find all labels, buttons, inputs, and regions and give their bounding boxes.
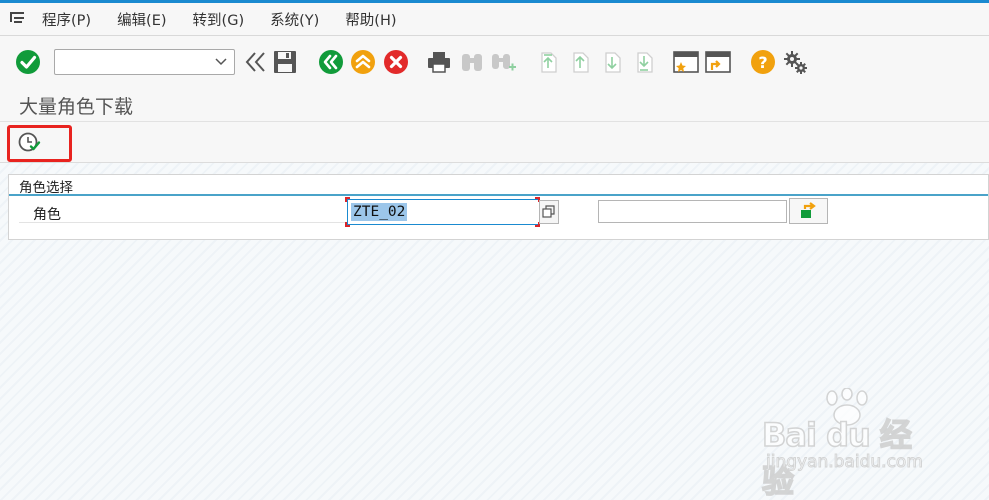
role-label: 角色 — [33, 207, 61, 223]
focus-corner — [345, 197, 350, 202]
create-session-icon[interactable] — [672, 48, 700, 76]
label-underline — [19, 222, 351, 223]
copy-icon — [542, 205, 555, 218]
first-page-icon[interactable] — [534, 48, 562, 76]
watermark: Bai du 经验 jingyan.baidu.com — [758, 388, 940, 500]
standard-toolbar: ? — [0, 36, 989, 88]
back-icon[interactable] — [317, 48, 345, 76]
title-bar: 大量角色下载 — [0, 88, 989, 122]
print-icon[interactable] — [425, 48, 453, 76]
previous-page-icon[interactable] — [566, 48, 594, 76]
execute-clock-icon[interactable] — [16, 130, 44, 156]
customize-layout-icon[interactable] — [781, 48, 809, 76]
save-icon[interactable] — [271, 48, 299, 76]
menu-item-goto[interactable]: 转到(G) — [193, 9, 245, 30]
find-icon[interactable] — [458, 48, 486, 76]
focus-corner — [345, 222, 350, 227]
next-page-icon[interactable] — [598, 48, 626, 76]
menu-bar: 程序(P) 编辑(E) 转到(G) 系统(Y) 帮助(H) — [0, 3, 989, 36]
selection-group: 角色选择 角色 ZTE_02 — [8, 174, 989, 240]
menu-item-help[interactable]: 帮助(H) — [345, 9, 396, 30]
group-title: 角色选择 — [19, 180, 73, 196]
exit-icon[interactable] — [349, 48, 377, 76]
menu-item-program[interactable]: 程序(P) — [42, 9, 91, 30]
menu-item-system[interactable]: 系统(Y) — [270, 9, 319, 30]
role-low-value: ZTE_02 — [351, 203, 408, 221]
svg-text:?: ? — [758, 53, 767, 72]
application-toolbar — [0, 122, 989, 163]
back-double-icon[interactable] — [241, 48, 269, 76]
role-high-input[interactable] — [598, 200, 787, 223]
multiple-selection-button[interactable] — [539, 200, 559, 224]
page-title: 大量角色下载 — [19, 96, 134, 118]
group-header: 角色选择 — [9, 175, 988, 196]
command-dropdown-icon[interactable] — [214, 54, 228, 72]
help-icon[interactable]: ? — [749, 48, 777, 76]
role-low-input[interactable]: ZTE_02 — [347, 199, 540, 225]
menu-item-edit[interactable]: 编辑(E) — [117, 9, 166, 30]
find-next-icon[interactable] — [489, 48, 517, 76]
cancel-icon[interactable] — [382, 48, 410, 76]
shortcut-icon[interactable] — [704, 48, 732, 76]
enter-icon[interactable] — [14, 48, 42, 76]
multiple-selection-arrow-button[interactable] — [789, 198, 828, 224]
menu-icon[interactable] — [8, 9, 28, 29]
command-input[interactable] — [55, 50, 205, 74]
last-page-icon[interactable] — [630, 48, 658, 76]
command-field[interactable] — [54, 49, 235, 75]
arrow-right-icon — [800, 202, 816, 218]
watermark-url: jingyan.baidu.com — [766, 452, 924, 473]
